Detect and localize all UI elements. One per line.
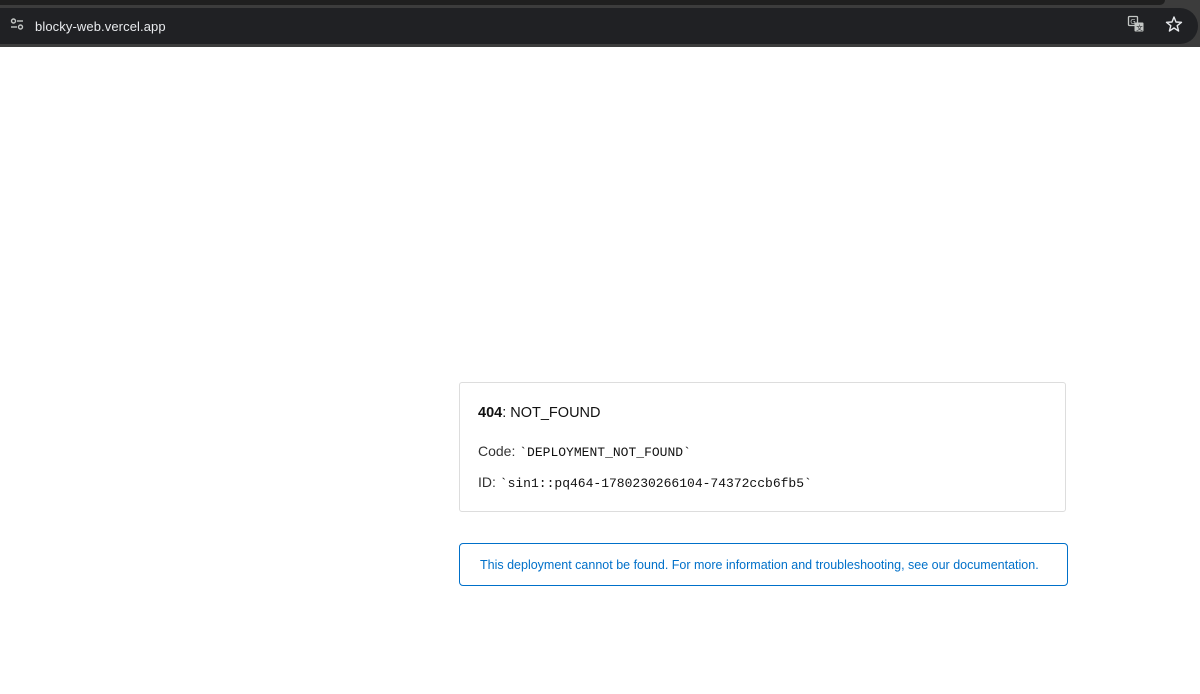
bookmark-button[interactable] [1160, 12, 1188, 40]
id-label: ID: [478, 474, 500, 490]
translate-button[interactable]: G 文 [1122, 12, 1150, 40]
code-value: `DEPLOYMENT_NOT_FOUND` [519, 445, 691, 460]
tab-strip [0, 0, 1165, 5]
browser-toolbar: blocky-web.vercel.app G 文 [0, 0, 1200, 47]
svg-text:文: 文 [1136, 23, 1143, 32]
address-bar[interactable]: blocky-web.vercel.app G 文 [0, 8, 1198, 44]
status-text: NOT_FOUND [510, 405, 601, 421]
url-text[interactable]: blocky-web.vercel.app [35, 19, 166, 34]
site-info-button[interactable] [3, 12, 31, 40]
error-id-line: ID: `sin1::pq464-1780230266104-74372ccb6… [478, 474, 812, 491]
code-label: Code: [478, 443, 520, 459]
info-notice: This deployment cannot be found. For mor… [459, 543, 1068, 586]
star-icon [1165, 15, 1183, 38]
translate-icon: G 文 [1127, 15, 1145, 38]
page-content: 404: NOT_FOUND Code: `DEPLOYMENT_NOT_FOU… [0, 47, 1200, 694]
error-code-line: Code: `DEPLOYMENT_NOT_FOUND` [478, 443, 691, 460]
error-title: 404: NOT_FOUND [478, 405, 601, 421]
status-code: 404 [478, 405, 503, 421]
id-value: `sin1::pq464-1780230266104-74372ccb6fb5` [499, 476, 812, 491]
error-panel: 404: NOT_FOUND Code: `DEPLOYMENT_NOT_FOU… [459, 382, 1066, 512]
info-message[interactable]: This deployment cannot be found. For mor… [480, 558, 1039, 572]
tune-icon [9, 16, 25, 37]
